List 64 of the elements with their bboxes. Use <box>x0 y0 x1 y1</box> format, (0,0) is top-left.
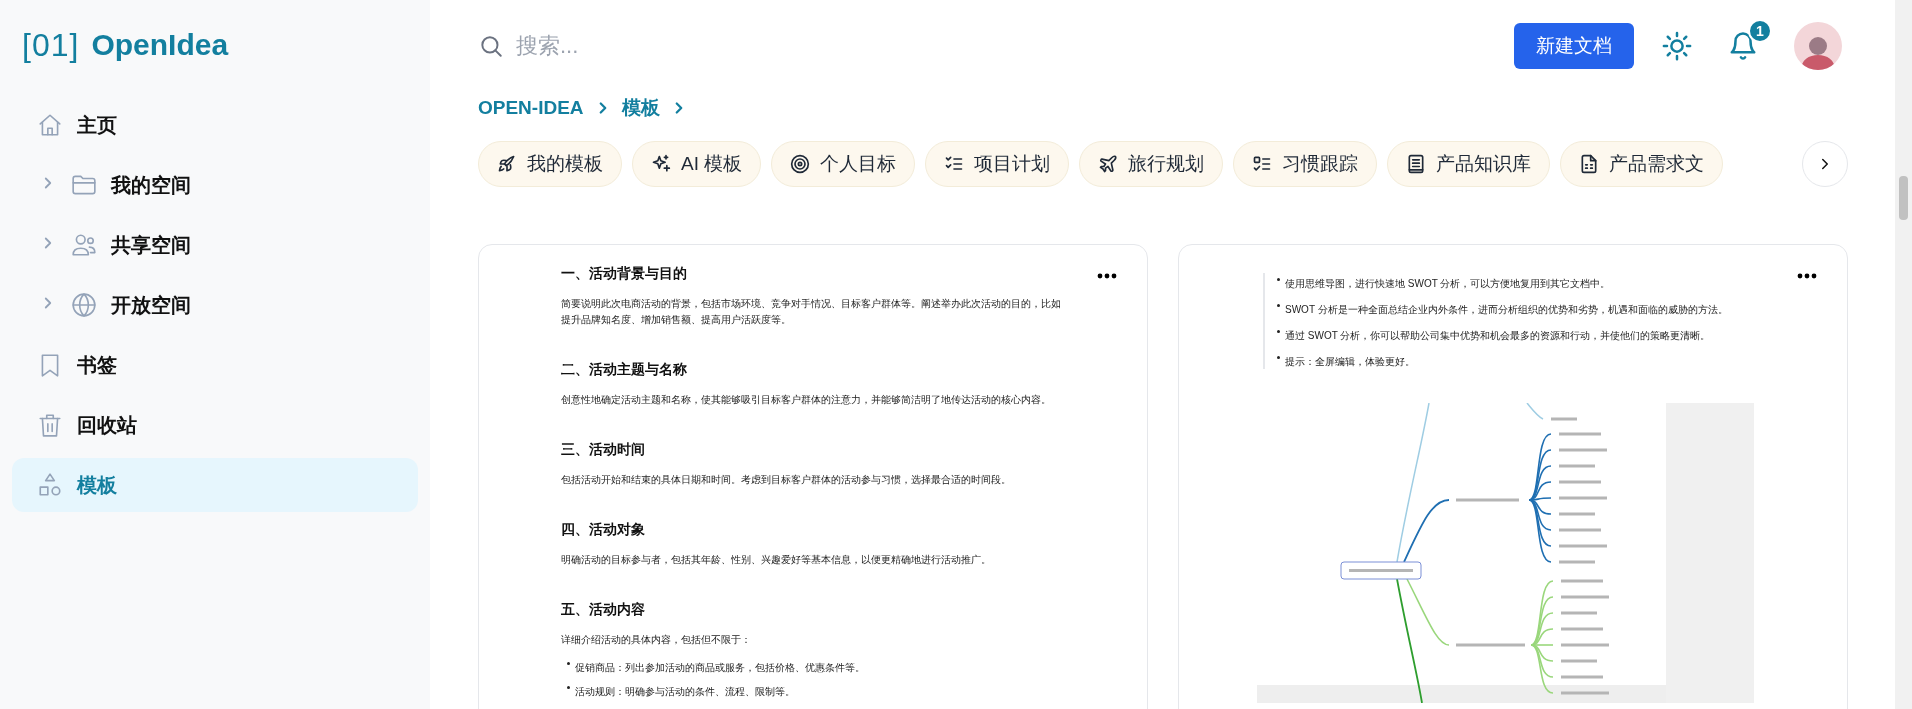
section-heading: 五、活动内容 <box>561 601 646 619</box>
more-button[interactable] <box>1097 273 1117 279</box>
file-icon <box>1579 154 1600 174</box>
sidebar-item[interactable]: 共享空间 <box>12 218 418 272</box>
search-field[interactable]: 搜索... <box>514 32 818 60</box>
more-icon <box>1797 273 1817 279</box>
bullet-item: 活动规则：明确参与活动的条件、流程、限制等。 <box>567 685 1087 699</box>
bullet-item: 提示：全屏编辑，体验更好。 <box>1277 355 1787 369</box>
category-chip[interactable]: 产品知识库 <box>1387 141 1551 187</box>
home-icon <box>37 112 63 138</box>
breadcrumb-link[interactable]: 模板 <box>621 95 660 121</box>
category-chip[interactable]: 项目计划 <box>925 141 1070 187</box>
category-chip[interactable]: 产品需求文 <box>1560 141 1724 187</box>
target-icon <box>790 154 811 174</box>
sun-icon <box>1662 31 1692 61</box>
trash-icon <box>37 412 63 438</box>
paragraph: 明确活动的目标参与者，包括其年龄、性别、兴趣爱好等基本信息，以便更精确地进行活动推广。 <box>561 553 992 567</box>
logo-text: OpenIdea <box>91 28 229 62</box>
more-button[interactable] <box>1797 273 1817 279</box>
globe-icon <box>71 292 97 318</box>
notifications-button[interactable] <box>1728 31 1758 61</box>
bullet-item: SWOT 分析是一种全面总结企业内外条件，进而分析组织的优势和劣势，机遇和面临的威胁的方法。 <box>1277 303 1787 317</box>
checklist-icon <box>1252 154 1273 174</box>
category-chip[interactable]: 旅行规划 <box>1079 141 1224 187</box>
sidebar-item[interactable]: 书签 <box>12 338 418 392</box>
template-card[interactable]: 使用思维导图，进行快速地 SWOT 分析，可以方便地复用到其它文档中。 SWOT 分析是一种全面总结企业内外条件，进而分析组织的优势和劣势，机遇和面临的威胁的方法。 通过 SWOT 分析，你可以帮助公司集中优势和机会最多的资源和行动，并使他们的策略更清晰。 提示：全屏编辑，体验更好。 <box>1178 244 1848 709</box>
shapes-icon <box>37 472 63 498</box>
bullet-item: 通过 SWOT 分析，你可以帮助公司集中优势和机会最多的资源和行动，并使他们的策略更清晰。 <box>1277 329 1787 343</box>
sidebar-item[interactable]: 开放空间 <box>12 278 418 332</box>
section-heading: 三、活动时间 <box>561 441 646 459</box>
category-chip[interactable]: 个人目标 <box>771 141 916 187</box>
category-chip[interactable]: AI 模板 <box>632 141 762 187</box>
logo-mark: [01] <box>22 26 80 64</box>
theme-toggle[interactable] <box>1662 31 1692 61</box>
template-card[interactable] <box>478 244 1148 709</box>
paragraph: 详细介绍活动的具体内容，包括但不限于： <box>561 633 752 647</box>
sparkles-icon <box>651 154 671 174</box>
avatar[interactable] <box>1794 22 1842 70</box>
scrollbar[interactable] <box>1895 0 1912 709</box>
paragraph: 包括活动开始和结束的具体日期和时间。考虑到目标客户群体的活动参与习惯，选择最合适的时间段。 <box>561 473 1012 487</box>
section-heading: 一、活动背景与目的 <box>561 265 688 283</box>
category-chip[interactable]: 习惯跟踪 <box>1233 141 1378 187</box>
paragraph: 简要说明此次电商活动的背景，包括市场环境、竞争对手情况、目标客户群体等。阐述举办此次活动的目的，比如提升品牌知名度、增加销售额、提高用户活跃度等。 <box>561 297 1061 327</box>
search-icon <box>478 33 504 59</box>
bullet-item: 使用思维导图，进行快速地 SWOT 分析，可以方便地复用到其它文档中。 <box>1277 277 1787 291</box>
notification-badge: 1 <box>1748 19 1772 43</box>
rocket-icon <box>497 154 517 174</box>
breadcrumb-link[interactable]: OPEN-IDEA <box>478 97 584 119</box>
bullet-item: 促销商品：列出参加活动的商品或服务，包括价格、优惠条件等。 <box>567 661 1087 675</box>
bell-icon <box>1728 31 1758 61</box>
sidebar-item[interactable]: 模板 <box>12 458 418 512</box>
users-icon <box>71 232 97 258</box>
new-document-button[interactable]: 新建文档 <box>1514 23 1634 69</box>
document-icon <box>1406 154 1427 174</box>
sidebar-item[interactable]: 我的空间 <box>12 158 418 212</box>
paragraph: 创意性地确定活动主题和名称，使其能够吸引目标客户群体的注意力，并能够简洁明了地传达活动的核心内容。 <box>561 393 1052 407</box>
scrollbar-thumb[interactable] <box>1899 176 1908 220</box>
plane-icon <box>1098 154 1119 174</box>
section-heading: 二、活动主题与名称 <box>561 361 688 379</box>
section-heading: 四、活动对象 <box>561 521 646 539</box>
sidebar-item[interactable]: 回收站 <box>12 398 418 452</box>
more-icon <box>1097 273 1117 279</box>
sidebar-item[interactable]: 主页 <box>12 98 418 152</box>
category-chip[interactable]: 我的模板 <box>478 141 622 187</box>
